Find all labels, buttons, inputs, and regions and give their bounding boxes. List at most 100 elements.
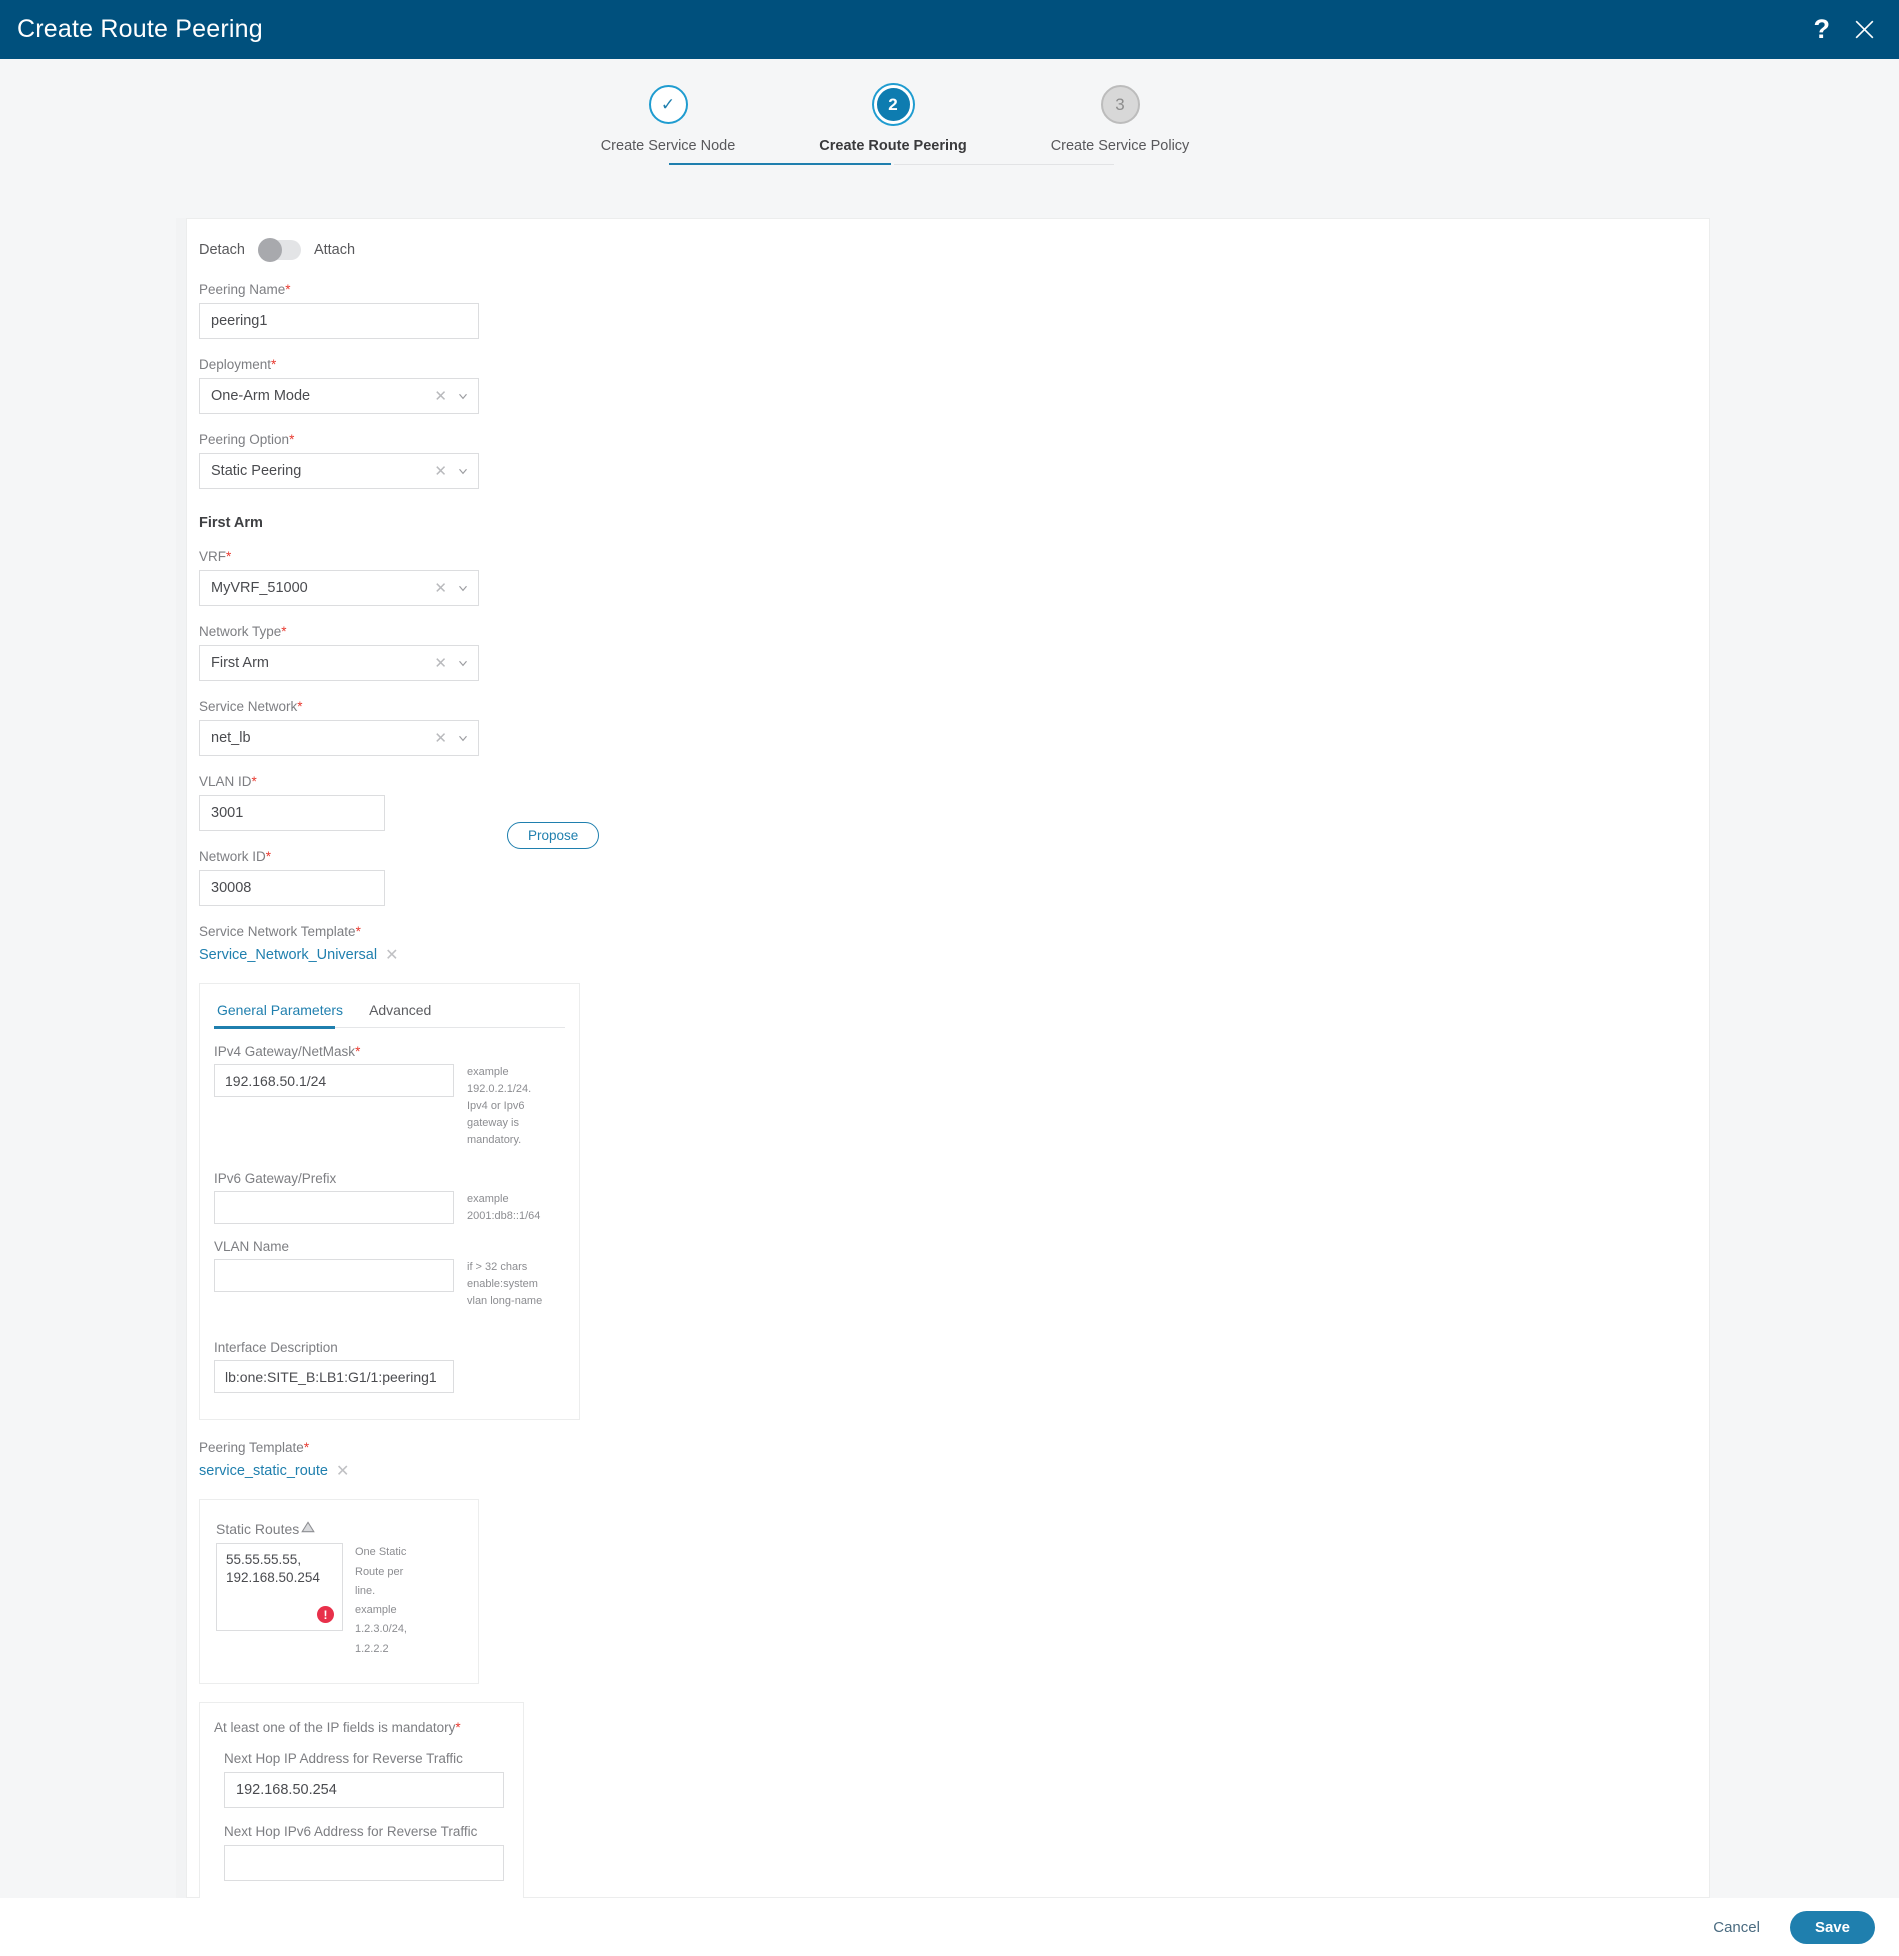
vlan-name-row: VLAN Name if > 32 chars enable:system vl… <box>214 1239 562 1310</box>
ipv6-gateway-input[interactable] <box>214 1191 454 1225</box>
toggle-label-detach: Detach <box>199 242 245 258</box>
dialog-footer: Cancel Save <box>0 1898 1899 1956</box>
next-hop-ipv6-input[interactable] <box>224 1844 504 1881</box>
interface-description-input[interactable]: lb:one:SITE_B:LB1:G1/1:peering1 <box>214 1360 454 1394</box>
static-routes-value: 55.55.55.55, 192.168.50.254 <box>226 1552 320 1586</box>
close-icon[interactable] <box>1852 17 1877 42</box>
route-peering-form: Detach Attach Peering Name* peering1 Dep… <box>199 238 1399 1908</box>
tab-advanced[interactable]: Advanced <box>369 1002 431 1027</box>
vlan-name-label: VLAN Name <box>214 1239 290 1255</box>
clear-icon[interactable]: ✕ <box>434 387 447 405</box>
step-bubble-2: 2 <box>873 85 913 124</box>
card-left-strip <box>176 218 186 1898</box>
static-routes-hint: One Static Route per line. example 1.2.3… <box>355 1546 407 1655</box>
step-label-1: Create Service Node <box>600 138 736 154</box>
network-type-select[interactable]: First Arm ✕ <box>199 645 479 681</box>
peering-name-label: Peering Name* <box>199 282 291 297</box>
stepper-step-create-route-peering[interactable]: 2 Create Route Peering <box>773 85 1013 154</box>
attach-detach-toggle-row: Detach Attach <box>199 238 1399 262</box>
static-routes-textarea[interactable]: 55.55.55.55, 192.168.50.254 ! <box>216 1543 343 1632</box>
stepper-step-create-service-policy[interactable]: 3 Create Service Policy <box>1000 85 1240 154</box>
ip-fields-title: At least one of the IP fields is mandato… <box>214 1719 461 1735</box>
propose-button[interactable]: Propose <box>507 822 600 849</box>
ipv4-gateway-hint: example 192.0.2.1/24. Ipv4 or Ipv6 gatew… <box>467 1066 532 1147</box>
network-type-field: Network Type* First Arm ✕ <box>199 624 1399 681</box>
step-bubble-1: ✓ <box>648 85 688 124</box>
peering-option-label: Peering Option* <box>199 432 295 447</box>
service-network-template-link[interactable]: Service_Network_Universal ✕ <box>199 945 1399 965</box>
next-hop-ipv6-label: Next Hop IPv6 Address for Reverse Traffi… <box>224 1823 478 1839</box>
interface-description-field: Interface Description lb:one:SITE_B:LB1:… <box>214 1340 454 1394</box>
step-bubble-3: 3 <box>1100 85 1140 124</box>
stepper-step-create-service-node[interactable]: ✓ Create Service Node <box>548 85 788 154</box>
peering-template-label: Peering Template* <box>199 1440 310 1456</box>
clear-icon[interactable]: ✕ <box>434 729 447 747</box>
network-type-value: First Arm <box>211 655 269 671</box>
ipv4-gateway-input[interactable]: 192.168.50.1/24 <box>214 1064 454 1097</box>
interface-description-row: Interface Description lb:one:SITE_B:LB1:… <box>214 1340 562 1394</box>
network-id-input[interactable]: 30008 <box>199 870 385 906</box>
service-network-value: net_lb <box>211 730 251 746</box>
vlan-name-input[interactable] <box>214 1259 454 1293</box>
vlan-name-field: VLAN Name <box>214 1239 454 1310</box>
step-label-3: Create Service Policy <box>1050 138 1190 154</box>
chevron-down-icon[interactable] <box>456 581 470 595</box>
network-type-label: Network Type* <box>199 624 287 639</box>
peering-option-select[interactable]: Static Peering ✕ <box>199 453 479 489</box>
peering-template-field: Peering Template* service_static_route ✕ <box>199 1440 1399 1481</box>
vrf-field: VRF* MyVRF_51000 ✕ <box>199 549 1399 606</box>
vlan-name-hint: if > 32 chars enable:system vlan long-na… <box>467 1261 543 1308</box>
peering-template-link[interactable]: service_static_route ✕ <box>199 1461 1399 1481</box>
section-title-first-arm: First Arm <box>199 515 263 531</box>
tabs-underline <box>214 1026 565 1029</box>
ipv6-gateway-field: IPv6 Gateway/Prefix <box>214 1171 454 1225</box>
cancel-button[interactable]: Cancel <box>1707 1918 1766 1937</box>
chevron-down-icon[interactable] <box>456 464 470 478</box>
remove-template-icon[interactable]: ✕ <box>385 945 398 965</box>
service-network-label: Service Network* <box>199 699 303 714</box>
dialog-titlebar: Create Route Peering ? <box>0 0 1899 59</box>
static-routes-body: 55.55.55.55, 192.168.50.254 ! One Static… <box>216 1543 462 1659</box>
chevron-down-icon[interactable] <box>456 731 470 745</box>
static-routes-panel: Static Routes 55.55.55.55, 192.168.50.25… <box>199 1499 479 1684</box>
ipv6-gateway-row: IPv6 Gateway/Prefix example 2001:db8::1/… <box>214 1171 562 1225</box>
ipv4-gateway-label: IPv4 Gateway/NetMask* <box>214 1044 361 1059</box>
ipv6-gateway-hint: example 2001:db8::1/64 <box>467 1193 541 1223</box>
service-network-field: Service Network* net_lb ✕ <box>199 699 1399 756</box>
chevron-down-icon[interactable] <box>456 389 470 403</box>
service-network-select[interactable]: net_lb ✕ <box>199 720 479 756</box>
ipv4-gateway-row: IPv4 Gateway/NetMask* 192.168.50.1/24 ex… <box>214 1044 562 1149</box>
service-network-template-label: Service Network Template* <box>199 924 361 939</box>
ipv6-gateway-label: IPv6 Gateway/Prefix <box>214 1171 337 1187</box>
panel-tabs: General Parameters Advanced <box>200 984 579 1027</box>
deployment-select[interactable]: One-Arm Mode ✕ <box>199 378 479 414</box>
tab-general-parameters[interactable]: General Parameters <box>217 1002 343 1027</box>
interface-description-label: Interface Description <box>214 1340 338 1356</box>
service-network-template-value: Service_Network_Universal <box>199 947 378 963</box>
save-button[interactable]: Save <box>1789 1910 1875 1944</box>
deployment-value: One-Arm Mode <box>211 388 311 404</box>
network-id-label: Network ID* <box>199 849 272 864</box>
chevron-down-icon[interactable] <box>456 656 470 670</box>
peering-template-value: service_static_route <box>199 1463 328 1480</box>
vrf-value: MyVRF_51000 <box>211 580 308 596</box>
panel-body: IPv4 Gateway/NetMask* 192.168.50.1/24 ex… <box>200 1028 579 1419</box>
peering-option-value: Static Peering <box>211 463 302 479</box>
ip-fields-panel: At least one of the IP fields is mandato… <box>199 1701 524 1908</box>
clear-icon[interactable]: ✕ <box>434 462 447 480</box>
peering-name-input[interactable]: peering1 <box>199 303 479 339</box>
peering-name-field: Peering Name* peering1 <box>199 282 1399 339</box>
clear-icon[interactable]: ✕ <box>434 654 447 672</box>
vlan-id-input[interactable]: 3001 <box>199 795 385 831</box>
remove-peering-template-icon[interactable]: ✕ <box>336 1461 349 1481</box>
help-icon[interactable]: ? <box>1814 16 1831 43</box>
vrf-select[interactable]: MyVRF_51000 ✕ <box>199 570 479 606</box>
attach-detach-toggle[interactable] <box>257 238 301 262</box>
service-network-template-field: Service Network Template* Service_Networ… <box>199 924 1399 965</box>
clear-icon[interactable]: ✕ <box>434 579 447 597</box>
next-hop-ip-input[interactable]: 192.168.50.254 <box>224 1771 504 1808</box>
deployment-label: Deployment* <box>199 357 277 372</box>
ipv4-gateway-field: IPv4 Gateway/NetMask* 192.168.50.1/24 <box>214 1044 454 1149</box>
deployment-field: Deployment* One-Arm Mode ✕ <box>199 357 1399 414</box>
network-id-field: Network ID* 30008 <box>199 849 1399 906</box>
